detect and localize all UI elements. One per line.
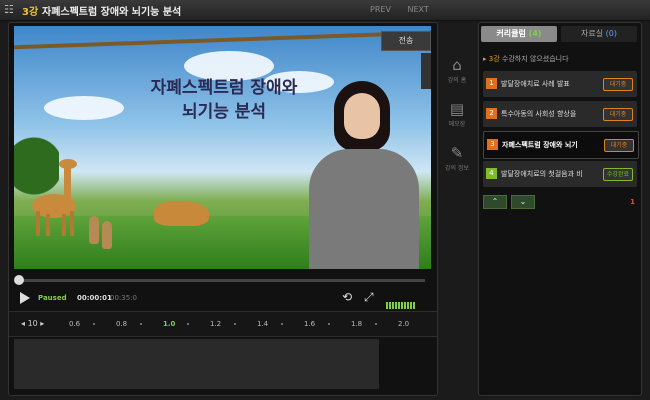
memo-icon: ▤ [449, 100, 465, 118]
page-down-button[interactable]: ⌄ [511, 195, 535, 209]
speed-option[interactable]: 1.2 [210, 320, 221, 328]
branch-decoration [14, 30, 431, 50]
info-icon: ✎ [450, 144, 464, 162]
lesson-title: 발달장애치료 사례 발표 [501, 80, 570, 88]
chevron-up-icon: ⌃ [491, 197, 499, 206]
page-number: 1 [630, 198, 635, 206]
seek-bar[interactable] [14, 273, 431, 287]
duration: 00:35:0 [110, 294, 137, 302]
speed-dot [234, 323, 236, 325]
status-badge: 대기중 [603, 78, 633, 91]
lesson-title: 특수아동의 사회성 향상을 [501, 110, 577, 118]
speed-option[interactable]: 1.6 [304, 320, 315, 328]
memo-area[interactable] [14, 339, 379, 389]
seek-handle[interactable] [14, 275, 24, 285]
control-bar: Paused 00:00:01 00:35:0 ⟲ ⤢ [14, 289, 431, 309]
chapter-label: 3강 [22, 7, 39, 18]
speed-option[interactable]: 1.4 [257, 320, 268, 328]
prev-next-nav: PREV NEXT [370, 5, 443, 14]
lion-illustration [154, 201, 209, 226]
tab-curriculum[interactable]: 커리큘럼 (4) [481, 26, 557, 42]
speed-option[interactable]: 1.8 [351, 320, 362, 328]
volume-slider[interactable] [386, 294, 426, 309]
presenter-body [309, 149, 419, 269]
prev-button[interactable]: PREV [370, 5, 391, 14]
repeat-icon[interactable]: ⟲ [342, 290, 352, 304]
overlay-line-1: 자폐스펙트럼 장애와 [150, 78, 298, 98]
speed-option[interactable]: 1.0 [163, 320, 175, 328]
seek-track[interactable] [20, 279, 425, 282]
presenter [304, 81, 424, 269]
speed-option[interactable]: 0.6 [69, 320, 80, 328]
meerkat-illustration [102, 221, 112, 249]
status-badge: 대기중 [603, 108, 633, 121]
home-icon: ⌂ [452, 56, 462, 74]
fullscreen-icon[interactable]: ⤢ [364, 290, 374, 305]
page-up-button[interactable]: ⌃ [483, 195, 507, 209]
speed-dot [187, 323, 189, 325]
chevron-down-icon: ⌄ [519, 197, 527, 206]
menu-icon[interactable]: ☷ [4, 3, 18, 17]
lecture-title: 자폐스펙트럼 장애와 뇌기능 분석 [42, 7, 182, 18]
meerkat-illustration [89, 216, 99, 244]
lesson-item[interactable]: 4 발달장애치료의 첫걸음과 비 수강완료 [483, 161, 637, 187]
lesson-item-current[interactable]: 3 자폐스펙트럼 장애와 뇌기 대기중 [483, 131, 639, 159]
presenter-face [344, 93, 380, 139]
top-bar: ☷ 3강 자폐스펙트럼 장애와 뇌기능 분석 PREV NEXT [0, 0, 650, 21]
arrow-icon: ▸ [483, 55, 487, 63]
panel-pagination: ⌃ ⌄ 1 [483, 195, 637, 211]
tab-count: (4) [528, 29, 542, 38]
status-badge: 수강완료 [603, 168, 633, 181]
side-nav-info[interactable]: ✎ 강의 정보 [440, 144, 474, 172]
playback-status: Paused [38, 294, 67, 302]
tab-label: 자료실 [581, 29, 604, 38]
lesson-title: 발달장애치료의 첫걸음과 비 [501, 170, 583, 178]
lecture-overlay-title: 자폐스펙트럼 장애와 뇌기능 분석 [124, 76, 324, 124]
play-icon[interactable] [20, 292, 30, 304]
speed-bar: ◂ 10 ▸ 0.6 0.8 1.0 1.2 1.4 1.6 1.8 2.0 [9, 311, 437, 337]
side-nav-memo[interactable]: ▤ 메모장 [440, 100, 474, 128]
speed-up-icon[interactable]: ▸ [40, 319, 44, 328]
video-frame[interactable]: 자폐스펙트럼 장애와 뇌기능 분석 [14, 26, 431, 269]
side-nav: ⌂ 강의 홈 ▤ 메모장 ✎ 강의 정보 [440, 22, 474, 394]
notice-chapter: 3강 [488, 55, 500, 63]
speed-option[interactable]: 0.8 [116, 320, 127, 328]
progress-notice: ▸ 3강 수강하지 않으셨습니다 [483, 51, 637, 67]
speed-stepper-value: 10 [27, 319, 38, 328]
speed-dot [140, 323, 142, 325]
side-nav-label: 강의 홈 [447, 77, 467, 84]
panel-tabs: 커리큘럼 (4) 자료실 (0) [479, 23, 641, 45]
tab-count: (0) [605, 29, 617, 38]
scrollbar[interactable] [421, 53, 431, 89]
lesson-number: 2 [486, 108, 497, 119]
send-button[interactable]: 전송 [381, 31, 431, 51]
tab-materials[interactable]: 자료실 (0) [561, 26, 637, 42]
current-time: 00:00:01 [77, 294, 112, 302]
next-button[interactable]: NEXT [407, 5, 428, 14]
speed-dot [328, 323, 330, 325]
side-nav-label: 메모장 [448, 121, 466, 128]
lesson-item[interactable]: 1 발달장애치료 사례 발표 대기중 [483, 71, 637, 97]
speed-dot [93, 323, 95, 325]
status-badge: 대기중 [604, 139, 634, 152]
curriculum-panel: 커리큘럼 (4) 자료실 (0) ▸ 3강 수강하지 않으셨습니다 1 발달장애… [478, 22, 642, 396]
video-player: 자폐스펙트럼 장애와 뇌기능 분석 Paused 00:00:01 00:35:… [8, 22, 438, 396]
overlay-line-2: 뇌기능 분석 [181, 102, 267, 122]
side-nav-label: 강의 정보 [445, 165, 469, 172]
speed-down-icon[interactable]: ◂ [21, 319, 25, 328]
lesson-number: 3 [487, 139, 498, 150]
lesson-title: 자폐스펙트럼 장애와 뇌기 [502, 141, 578, 149]
side-nav-home[interactable]: ⌂ 강의 홈 [440, 56, 474, 84]
speed-dot [375, 323, 377, 325]
lesson-number: 1 [486, 78, 497, 89]
lesson-item[interactable]: 2 특수아동의 사회성 향상을 대기중 [483, 101, 637, 127]
lesson-number: 4 [486, 168, 497, 179]
tab-label: 커리큘럼 [496, 29, 526, 38]
speed-dot [281, 323, 283, 325]
speed-option[interactable]: 2.0 [398, 320, 409, 328]
cloud-decoration [44, 96, 124, 120]
notice-text: 수강하지 않으셨습니다 [501, 55, 569, 63]
speed-stepper[interactable]: ◂ 10 ▸ [21, 319, 44, 328]
